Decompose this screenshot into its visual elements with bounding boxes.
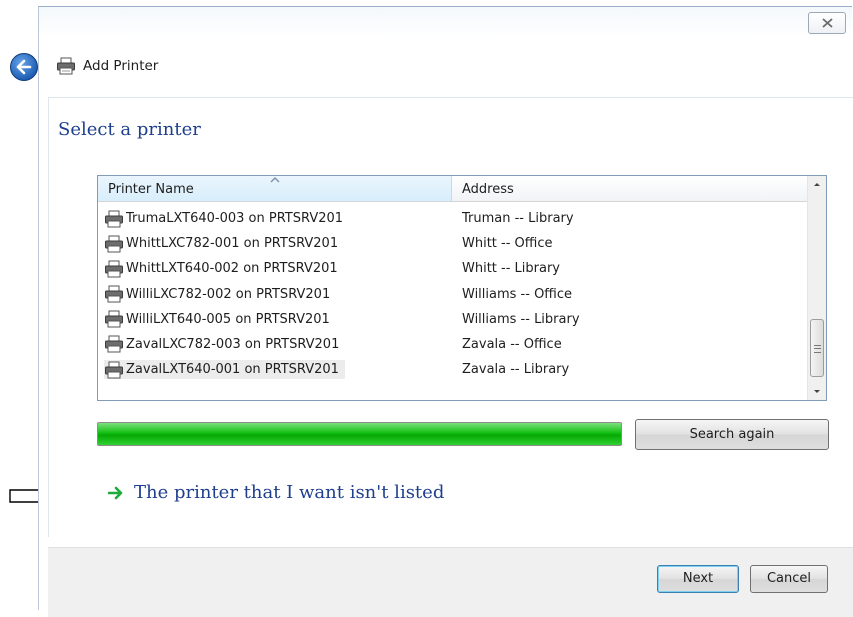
green-arrow-icon [108,486,123,499]
close-icon [822,18,833,28]
printer-name: WilliLXC782-002 on PRTSRV201 [126,286,331,302]
column-label: Address [462,182,514,197]
list-header: Printer Name Address [98,176,808,202]
sort-ascending-icon [270,177,280,183]
next-button[interactable]: Next [657,565,739,593]
printer-address: Williams -- Library [462,311,580,327]
column-header-address[interactable]: Address [452,176,808,201]
printer-address: Truman -- Library [462,211,574,226]
search-progress-bar [97,422,622,446]
printer-name: WhittLXC782-001 on PRTSRV201 [126,236,339,252]
table-row[interactable]: WilliLXC782-002 on PRTSRV201 Williams --… [98,283,807,308]
printer-name: ZavalLXC782-003 on PRTSRV201 [126,336,340,352]
printer-not-listed-link[interactable]: The printer that I want isn't listed [108,482,444,503]
printer-name: ZavalLXT640-001 on PRTSRV201 [126,362,339,378]
table-row[interactable]: ZavalLXC782-003 on PRTSRV201 Zavala -- O… [98,333,807,358]
back-arrow-icon [16,59,32,75]
close-button[interactable] [808,12,846,34]
table-row[interactable]: WhittLXT640-002 on PRTSRV201 Whitt -- Li… [98,257,807,282]
table-row[interactable]: WilliLXT640-005 on PRTSRV201 Williams --… [98,308,807,333]
printer-icon [105,260,123,278]
column-label: Printer Name [108,182,194,197]
search-again-button[interactable]: Search again [635,419,829,450]
printer-address: Zavala -- Library [462,362,570,378]
scroll-up-icon[interactable] [808,176,826,194]
printer-icon [57,57,75,75]
link-label: The printer that I want isn't listed [134,482,445,503]
cancel-button[interactable]: Cancel [750,565,828,593]
printer-icon [105,210,123,227]
printer-icon [105,361,123,379]
printer-list[interactable]: Printer Name Address TrumaLXT640-003 on … [97,175,827,401]
printer-name: TrumaLXT640-003 on PRTSRV201 [126,211,344,226]
printer-icon [105,310,123,328]
printer-address: Zavala -- Office [462,336,562,352]
table-row[interactable]: WhittLXC782-001 on PRTSRV201 Whitt -- Of… [98,232,807,257]
back-button[interactable] [10,53,38,81]
printer-name: WhittLXT640-002 on PRTSRV201 [126,261,338,277]
vertical-scrollbar[interactable] [807,176,826,400]
page-heading: Select a printer [58,119,201,140]
scroll-down-icon[interactable] [808,382,826,400]
scrollbar-thumb[interactable] [810,319,824,377]
printer-icon [105,335,123,353]
list-rows: TrumaLXT640-003 on PRTSRV201 Truman -- L… [98,207,807,383]
printer-address: Williams -- Office [462,286,573,302]
printer-address: Whitt -- Office [462,236,553,252]
column-header-printer-name[interactable]: Printer Name [98,176,452,201]
printer-icon [105,235,123,253]
printer-name: WilliLXT640-005 on PRTSRV201 [126,311,330,327]
printer-icon [105,285,123,303]
window-title: Add Printer [83,58,159,74]
printer-address: Whitt -- Library [462,261,561,277]
progress-fill [98,423,621,445]
table-row[interactable]: TrumaLXT640-003 on PRTSRV201 Truman -- L… [98,207,807,232]
table-row-selected[interactable]: ZavalLXT640-001 on PRTSRV201 Zavala -- L… [98,358,807,383]
title-bar [39,7,852,97]
